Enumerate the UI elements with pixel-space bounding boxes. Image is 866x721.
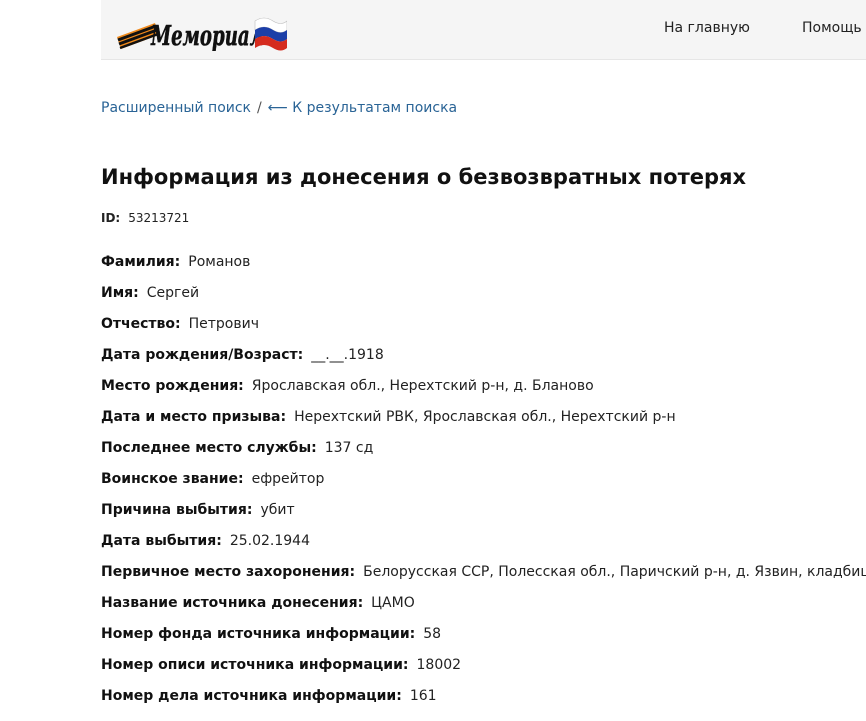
field-value: 137 сд — [324, 440, 374, 456]
field-label: Название источника донесения: — [101, 595, 364, 611]
field-value: ЦАМО — [371, 595, 415, 611]
svg-text:Мемориал: Мемориал — [150, 21, 263, 52]
field-case-number: Номер дела источника информации: 161 — [101, 688, 866, 719]
field-label: Последнее место службы: — [101, 440, 317, 456]
nav-home-link[interactable]: На главную — [664, 20, 750, 36]
field-label: Воинское звание: — [101, 471, 244, 487]
field-value: Белорусская ССР, Полесская обл., Паричск… — [363, 564, 866, 580]
field-burial-place: Первичное место захоронения: Белорусская … — [101, 564, 866, 595]
field-value: 25.02.1944 — [229, 533, 310, 549]
field-value: Ярославская обл., Нерехтский р-н, д. Бла… — [251, 378, 594, 394]
field-value: Нерехтский РВК, Ярославская обл., Нерехт… — [294, 409, 676, 425]
record-fields: Фамилия: Романов Имя: Сергей Отчество: Петр… — [101, 254, 866, 719]
field-label: Первичное место захоронения: — [101, 564, 356, 580]
field-conscription: Дата и место призыва: Нерехтский РВК, Яро… — [101, 409, 866, 440]
back-to-results-link[interactable]: ⟵ К результатам поиска — [268, 100, 457, 116]
field-value: Сергей — [146, 285, 200, 301]
field-label: Номер фонда источника информации: — [101, 626, 416, 642]
site-header: Мемориал На главную Помощь — [101, 0, 866, 60]
breadcrumb-separator: / — [257, 100, 262, 116]
field-fund-number: Номер фонда источника информации: 58 — [101, 626, 866, 657]
field-label: Дата выбытия: — [101, 533, 222, 549]
nav-help-link[interactable]: Помощь — [802, 20, 862, 36]
field-value: 18002 — [416, 657, 462, 673]
record-id-value: 53213721 — [128, 211, 190, 225]
field-last-service: Последнее место службы: 137 сд — [101, 440, 866, 471]
record-id-label: ID: — [101, 211, 121, 225]
field-label: Причина выбытия: — [101, 502, 253, 518]
field-inventory-number: Номер описи источника информации: 18002 — [101, 657, 866, 688]
field-source-name: Название источника донесения: ЦАМО — [101, 595, 866, 626]
record-id: ID: 53213721 — [101, 211, 189, 225]
field-label: Отчество: — [101, 316, 181, 332]
field-label: Номер дела источника информации: — [101, 688, 402, 704]
field-value: 161 — [409, 688, 437, 704]
memorial-logo[interactable]: Мемориал — [115, 3, 287, 57]
field-label: Дата рождения/Возраст: — [101, 347, 304, 363]
field-value: убит — [260, 502, 295, 518]
field-value: ефрейтор — [251, 471, 325, 487]
field-label: Место рождения: — [101, 378, 244, 394]
field-loss-reason: Причина выбытия: убит — [101, 502, 866, 533]
field-birth-place: Место рождения: Ярославская обл., Нерехтс… — [101, 378, 866, 409]
field-value: 58 — [423, 626, 442, 642]
field-loss-date: Дата выбытия: 25.02.1944 — [101, 533, 866, 564]
field-value: Петрович — [188, 316, 259, 332]
field-first-name: Имя: Сергей — [101, 285, 866, 316]
breadcrumb: Расширенный поиск / ⟵ К результатам поиска — [101, 100, 457, 116]
field-label: Номер описи источника информации: — [101, 657, 409, 673]
field-patronymic: Отчество: Петрович — [101, 316, 866, 347]
advanced-search-link[interactable]: Расширенный поиск — [101, 100, 251, 116]
field-label: Имя: — [101, 285, 139, 301]
field-label: Дата и место призыва: — [101, 409, 287, 425]
field-value: __.__.1918 — [311, 347, 384, 363]
field-label: Фамилия: — [101, 254, 181, 270]
russian-flag-icon — [254, 17, 287, 51]
field-rank: Воинское звание: ефрейтор — [101, 471, 866, 502]
field-birth-date: Дата рождения/Возраст: __.__.1918 — [101, 347, 866, 378]
field-surname: Фамилия: Романов — [101, 254, 866, 285]
field-value: Романов — [188, 254, 251, 270]
page-title: Информация из донесения о безвозвратных … — [101, 165, 747, 189]
